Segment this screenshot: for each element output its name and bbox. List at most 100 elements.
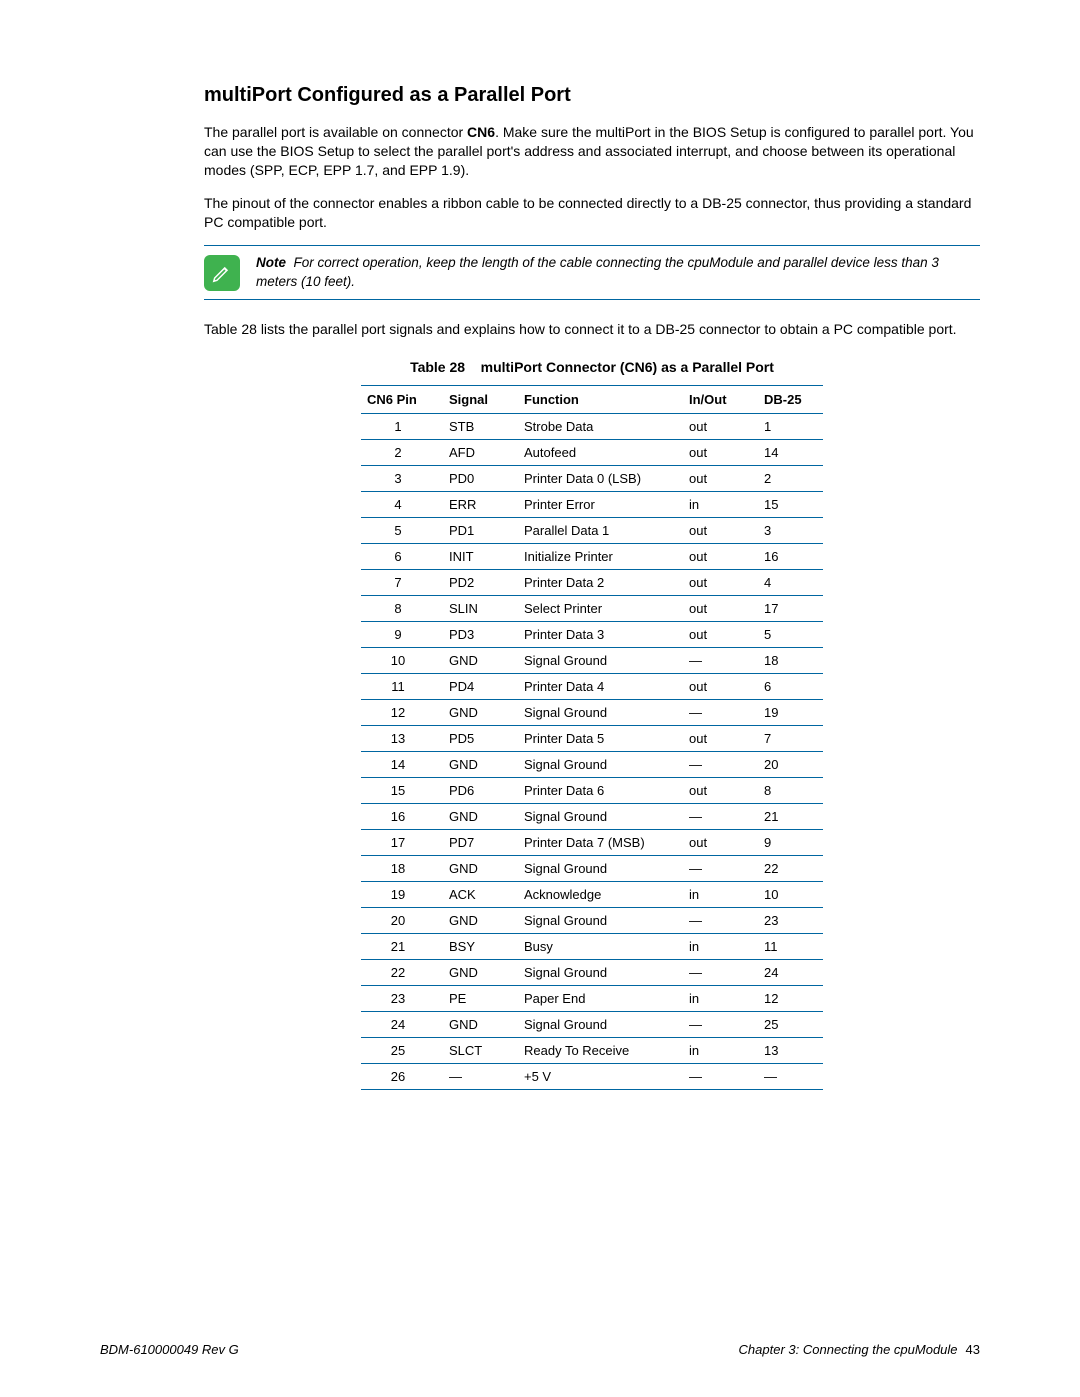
footer-chapter-text: Chapter 3: Connecting the cpuModule — [739, 1342, 958, 1357]
cell-db: 12 — [758, 985, 823, 1011]
table-row: 17PD7Printer Data 7 (MSB)out9 — [361, 829, 823, 855]
table-body: 1STBStrobe Dataout12AFDAutofeedout143PD0… — [361, 413, 823, 1089]
cell-io: out — [683, 673, 758, 699]
table-row: 24GNDSignal Ground—25 — [361, 1011, 823, 1037]
cell-sig: SLIN — [443, 595, 518, 621]
cell-sig: PD7 — [443, 829, 518, 855]
col-header-pin: CN6 Pin — [361, 385, 443, 413]
table-row: 18GNDSignal Ground—22 — [361, 855, 823, 881]
note-body: For correct operation, keep the length o… — [256, 255, 939, 288]
cell-pin: 17 — [361, 829, 443, 855]
cell-sig: PD4 — [443, 673, 518, 699]
cell-sig: PE — [443, 985, 518, 1011]
cell-pin: 21 — [361, 933, 443, 959]
table-row: 2AFDAutofeedout14 — [361, 439, 823, 465]
cell-fn: Busy — [518, 933, 683, 959]
cell-db: 4 — [758, 569, 823, 595]
cell-fn: Printer Data 7 (MSB) — [518, 829, 683, 855]
cell-fn: Printer Data 2 — [518, 569, 683, 595]
cell-pin: 13 — [361, 725, 443, 751]
table-caption: Table 28 multiPort Connector (CN6) as a … — [204, 359, 980, 375]
cell-pin: 1 — [361, 413, 443, 439]
cell-io: out — [683, 439, 758, 465]
cell-db: 8 — [758, 777, 823, 803]
page-footer: BDM-610000049 Rev G Chapter 3: Connectin… — [100, 1342, 980, 1357]
cell-db: 17 — [758, 595, 823, 621]
section-heading: multiPort Configured as a Parallel Port — [204, 84, 980, 107]
paragraph-3: Table 28 lists the parallel port signals… — [204, 320, 980, 339]
connector-name: CN6 — [467, 124, 495, 140]
footer-page-number: 43 — [966, 1342, 980, 1357]
cell-fn: Printer Data 4 — [518, 673, 683, 699]
cell-io: — — [683, 803, 758, 829]
cell-fn: Signal Ground — [518, 647, 683, 673]
page: multiPort Configured as a Parallel Port … — [0, 0, 1080, 1397]
cell-io: in — [683, 491, 758, 517]
cell-db: 14 — [758, 439, 823, 465]
cell-pin: 10 — [361, 647, 443, 673]
cell-io: out — [683, 569, 758, 595]
cell-fn: Select Printer — [518, 595, 683, 621]
cell-fn: Printer Data 5 — [518, 725, 683, 751]
table-row: 13PD5Printer Data 5out7 — [361, 725, 823, 751]
cell-fn: Parallel Data 1 — [518, 517, 683, 543]
footer-chapter: Chapter 3: Connecting the cpuModule 43 — [739, 1342, 980, 1357]
cell-sig: PD1 — [443, 517, 518, 543]
cell-io: in — [683, 985, 758, 1011]
cell-pin: 8 — [361, 595, 443, 621]
cell-io: in — [683, 933, 758, 959]
cell-pin: 11 — [361, 673, 443, 699]
cell-db: — — [758, 1063, 823, 1089]
cell-pin: 9 — [361, 621, 443, 647]
col-header-signal: Signal — [443, 385, 518, 413]
table-row: 14GNDSignal Ground—20 — [361, 751, 823, 777]
cell-db: 20 — [758, 751, 823, 777]
cell-sig: PD3 — [443, 621, 518, 647]
cell-sig: GND — [443, 803, 518, 829]
cell-sig: PD6 — [443, 777, 518, 803]
table-row: 22GNDSignal Ground—24 — [361, 959, 823, 985]
cell-pin: 22 — [361, 959, 443, 985]
col-header-db25: DB-25 — [758, 385, 823, 413]
pinout-table: CN6 Pin Signal Function In/Out DB-25 1ST… — [361, 385, 823, 1090]
table-row: 16GNDSignal Ground—21 — [361, 803, 823, 829]
cell-io: out — [683, 517, 758, 543]
cell-sig: ERR — [443, 491, 518, 517]
note-block: Note For correct operation, keep the len… — [204, 245, 980, 299]
col-header-inout: In/Out — [683, 385, 758, 413]
cell-io: — — [683, 907, 758, 933]
paragraph-2: The pinout of the connector enables a ri… — [204, 194, 980, 232]
cell-fn: Signal Ground — [518, 1011, 683, 1037]
cell-db: 24 — [758, 959, 823, 985]
cell-pin: 5 — [361, 517, 443, 543]
table-header-row: CN6 Pin Signal Function In/Out DB-25 — [361, 385, 823, 413]
cell-io: in — [683, 1037, 758, 1063]
cell-fn: Signal Ground — [518, 959, 683, 985]
para1-text-a: The parallel port is available on connec… — [204, 124, 467, 140]
cell-db: 19 — [758, 699, 823, 725]
cell-fn: +5 V — [518, 1063, 683, 1089]
cell-io: — — [683, 699, 758, 725]
cell-sig: GND — [443, 907, 518, 933]
table-row: 26—+5 V—— — [361, 1063, 823, 1089]
cell-fn: Signal Ground — [518, 855, 683, 881]
cell-io: out — [683, 413, 758, 439]
cell-pin: 24 — [361, 1011, 443, 1037]
cell-db: 7 — [758, 725, 823, 751]
table-row: 8SLINSelect Printerout17 — [361, 595, 823, 621]
cell-fn: Signal Ground — [518, 699, 683, 725]
table-row: 11PD4Printer Data 4out6 — [361, 673, 823, 699]
cell-io: out — [683, 725, 758, 751]
cell-sig: ACK — [443, 881, 518, 907]
table-row: 7PD2Printer Data 2out4 — [361, 569, 823, 595]
cell-io: — — [683, 751, 758, 777]
note-lead: Note — [256, 255, 286, 270]
cell-pin: 20 — [361, 907, 443, 933]
cell-sig: GND — [443, 1011, 518, 1037]
cell-db: 10 — [758, 881, 823, 907]
cell-db: 11 — [758, 933, 823, 959]
cell-io: — — [683, 1063, 758, 1089]
cell-db: 22 — [758, 855, 823, 881]
table-row: 1STBStrobe Dataout1 — [361, 413, 823, 439]
cell-pin: 2 — [361, 439, 443, 465]
